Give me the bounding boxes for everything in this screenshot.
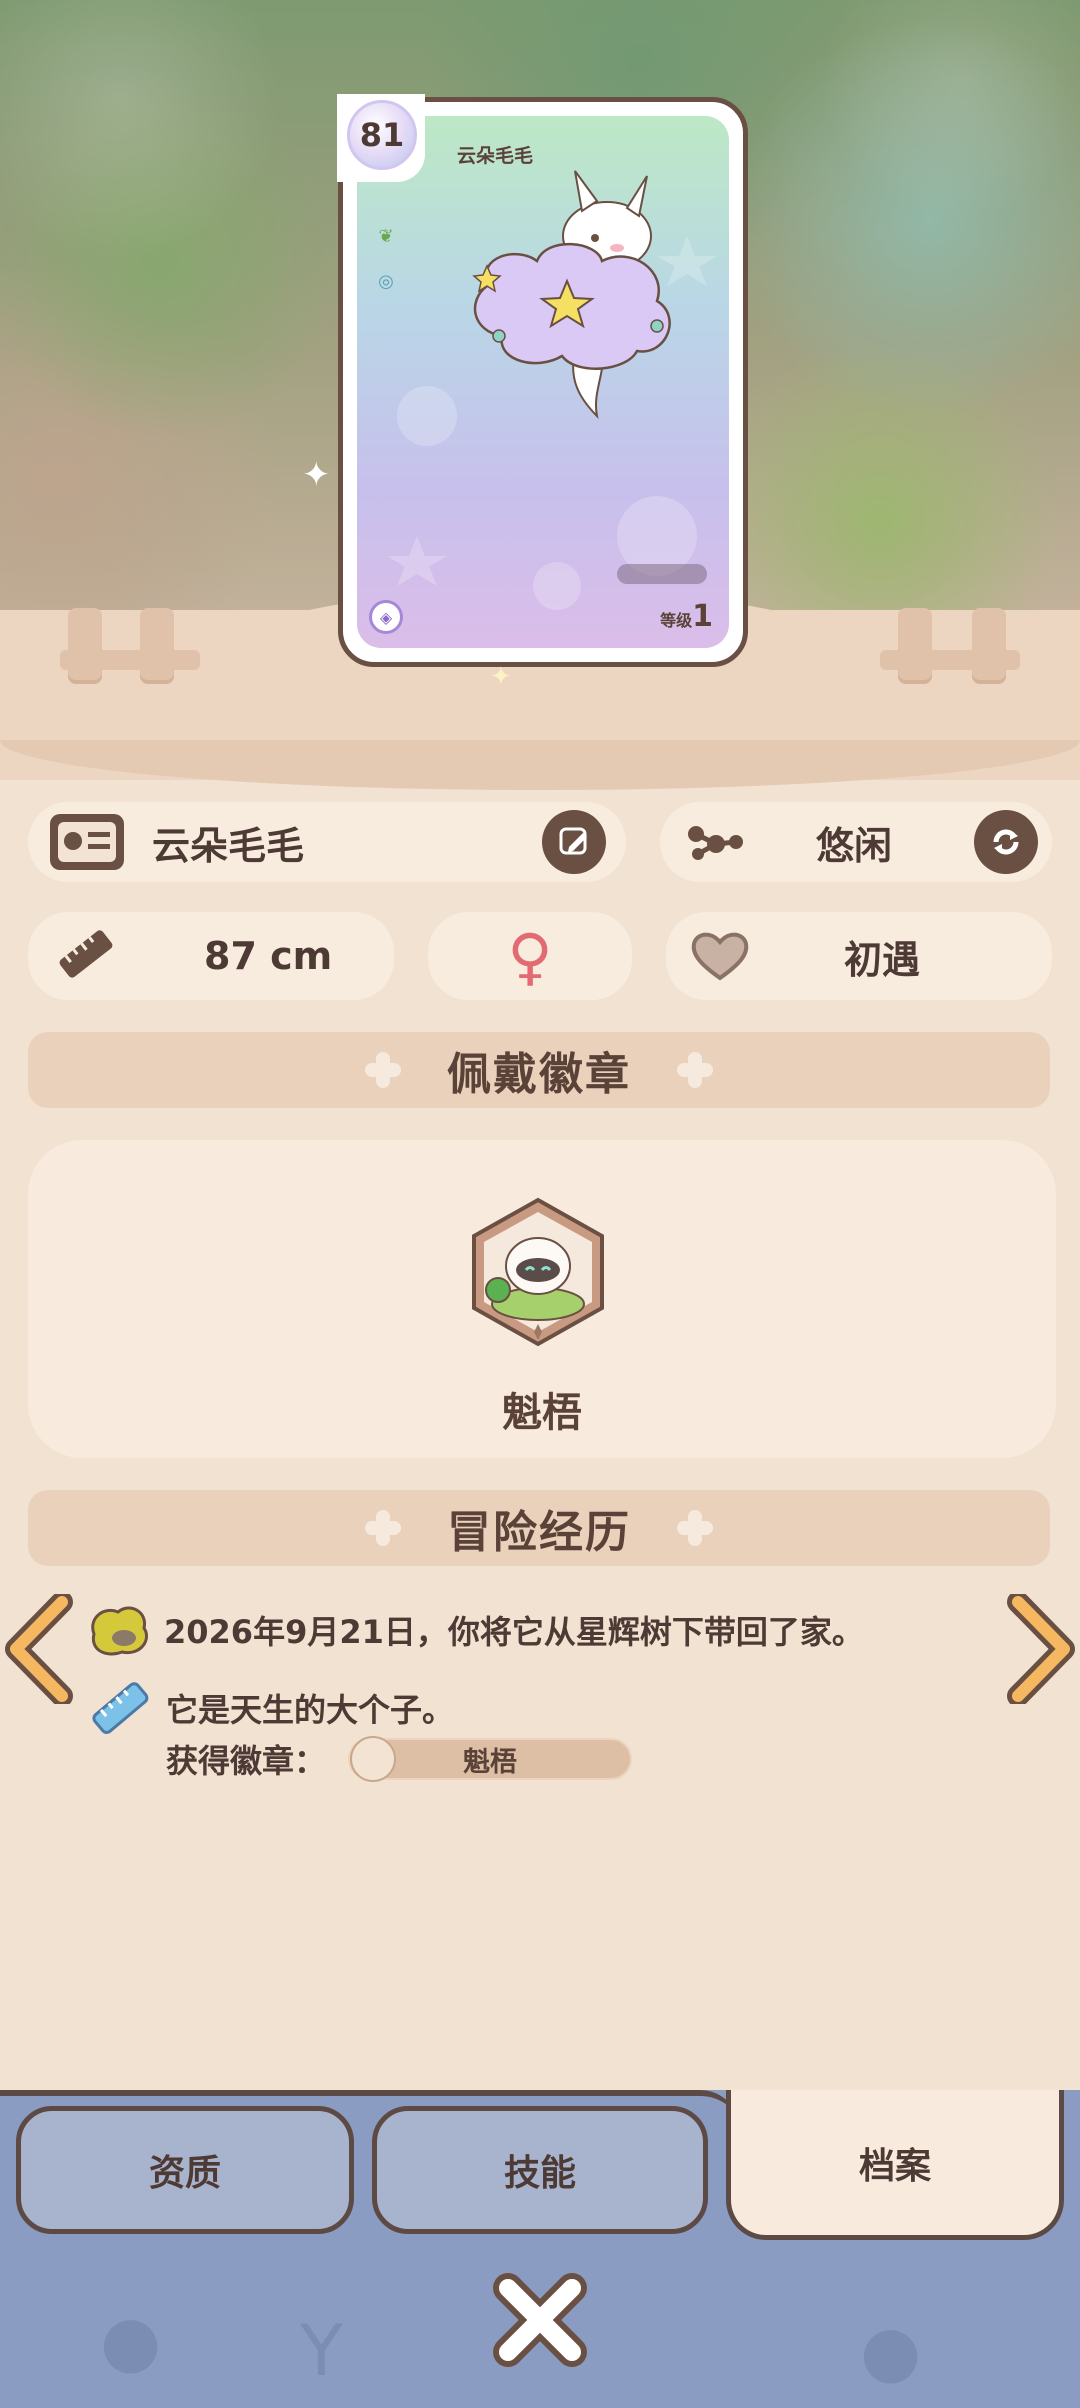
stage-wave [0,740,1080,790]
badge-section-header: 佩戴徽章 [28,1032,1050,1108]
ruler-icon [59,930,113,978]
close-icon [493,2273,587,2367]
sparkle-icon: ✦ [490,662,512,692]
close-button[interactable] [490,2270,590,2370]
sparkle-icon: ✦ [302,455,331,495]
adventure-entry-text: 2026年9月21日，你将它从星辉树下带回了家。 [164,1613,864,1651]
adventure-entry: 它是天生的大个子。 [86,1678,454,1738]
tab-profile[interactable]: 档案 [726,2090,1064,2240]
molecule-icon [688,826,743,860]
worn-badge-name: 魁梧 [502,1390,582,1436]
card-rank-number: 81 [347,100,417,170]
badge-emblem[interactable] [468,1196,608,1348]
card-pet-name: 云朵毛毛 [457,145,534,167]
edit-name-button[interactable] [542,810,606,874]
gender-pill: ♀ [428,912,632,1000]
name-pill: 云朵毛毛 [28,802,626,882]
height-pill: 87 cm [28,912,394,1000]
fence-post [898,608,932,684]
earned-badge-chip[interactable]: 魁梧 [348,1736,632,1782]
next-page-button[interactable] [1006,1594,1076,1704]
badge-mini-icon [350,1736,396,1782]
adventure-entry-text: 它是天生的大个子。 [166,1691,455,1729]
earned-badge-name: 魁梧 [463,1746,517,1778]
personality-value: 悠闲 [816,823,893,868]
card-level-label: 等级 [660,611,693,630]
nest-icon [91,1606,148,1656]
card-level-value: 1 [692,599,713,634]
card-level: 等级1 [660,599,713,634]
pet-card: 云朵毛毛 ❦ ◎ 等级1 ◈ 81 [337,94,748,667]
tab-aptitude[interactable]: 资质 [16,2106,354,2234]
previous-page-button[interactable] [4,1594,74,1704]
reroll-personality-button[interactable] [974,810,1038,874]
relationship-pill: 初遇 [666,912,1052,1000]
card-star-rating [617,564,707,584]
female-icon: ♀ [507,919,553,993]
pet-name-value: 云朵毛毛 [152,823,305,868]
adventure-section-title: 冒险经历 [447,1507,631,1558]
height-value: 87 cm [204,934,333,978]
heart-icon [691,932,749,981]
earned-badge-label: 获得徽章： [166,1742,327,1780]
flower-decoration-icon [365,1052,401,1088]
height-ruler-icon [92,1682,149,1735]
worn-badge-panel: 魁梧 [28,1140,1056,1458]
flower-decoration-icon [677,1052,713,1088]
id-card-icon [50,814,124,870]
flower-decoration-icon [677,1510,713,1546]
refresh-icon [993,829,1019,855]
cloud-pet-illustration [472,170,671,420]
element-icon: ◎ [378,270,394,292]
leaf-icon: ❦ [378,225,394,247]
tab-skills[interactable]: 技能 [372,2106,708,2234]
pencil-icon [559,827,587,855]
rarity-icon: ◈ [369,600,403,634]
personality-pill: 悠闲 [660,802,1052,882]
fence-post [140,608,174,684]
fence-post [972,608,1006,684]
flower-decoration-icon [365,1510,401,1546]
badge-section-title: 佩戴徽章 [447,1049,631,1100]
relationship-value: 初遇 [844,937,921,982]
adventure-entry: 2026年9月21日，你将它从星辉树下带回了家。 [86,1600,864,1660]
pet-card-art: 云朵毛毛 ❦ ◎ 等级1 ◈ [357,116,729,648]
paw-decoration-icon: ● [100,2300,162,2382]
paw-decoration-icon: Y [300,2310,343,2392]
paw-decoration-icon: ● [860,2310,922,2392]
adventure-section-header: 冒险经历 [28,1490,1050,1566]
card-level-badge: 81 [337,94,425,182]
fence-post [68,608,102,684]
